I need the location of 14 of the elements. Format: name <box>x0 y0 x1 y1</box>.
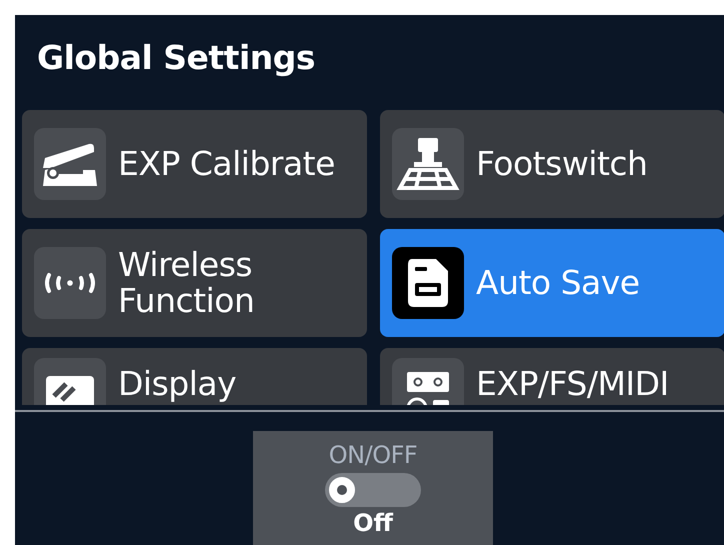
settings-tile[interactable]: Footswitch <box>380 110 724 218</box>
save-icon <box>406 257 450 309</box>
settings-tile[interactable]: EXP/FS/MIDI <box>380 348 724 405</box>
screen-title: Global Settings <box>37 38 316 77</box>
settings-tile[interactable]: EXP Calibrate <box>22 110 367 218</box>
footswitch-icon <box>396 136 460 192</box>
toggle-label: ON/OFF <box>328 441 418 469</box>
settings-tile[interactable]: Display <box>22 348 367 405</box>
toggle-value: Off <box>353 509 393 537</box>
display-icon <box>44 374 96 405</box>
settings-tile[interactable]: Auto Save <box>380 229 724 337</box>
toggle-switch[interactable] <box>325 473 421 507</box>
settings-tile[interactable]: Wireless Function <box>22 229 367 337</box>
wireless-icon <box>43 272 97 294</box>
